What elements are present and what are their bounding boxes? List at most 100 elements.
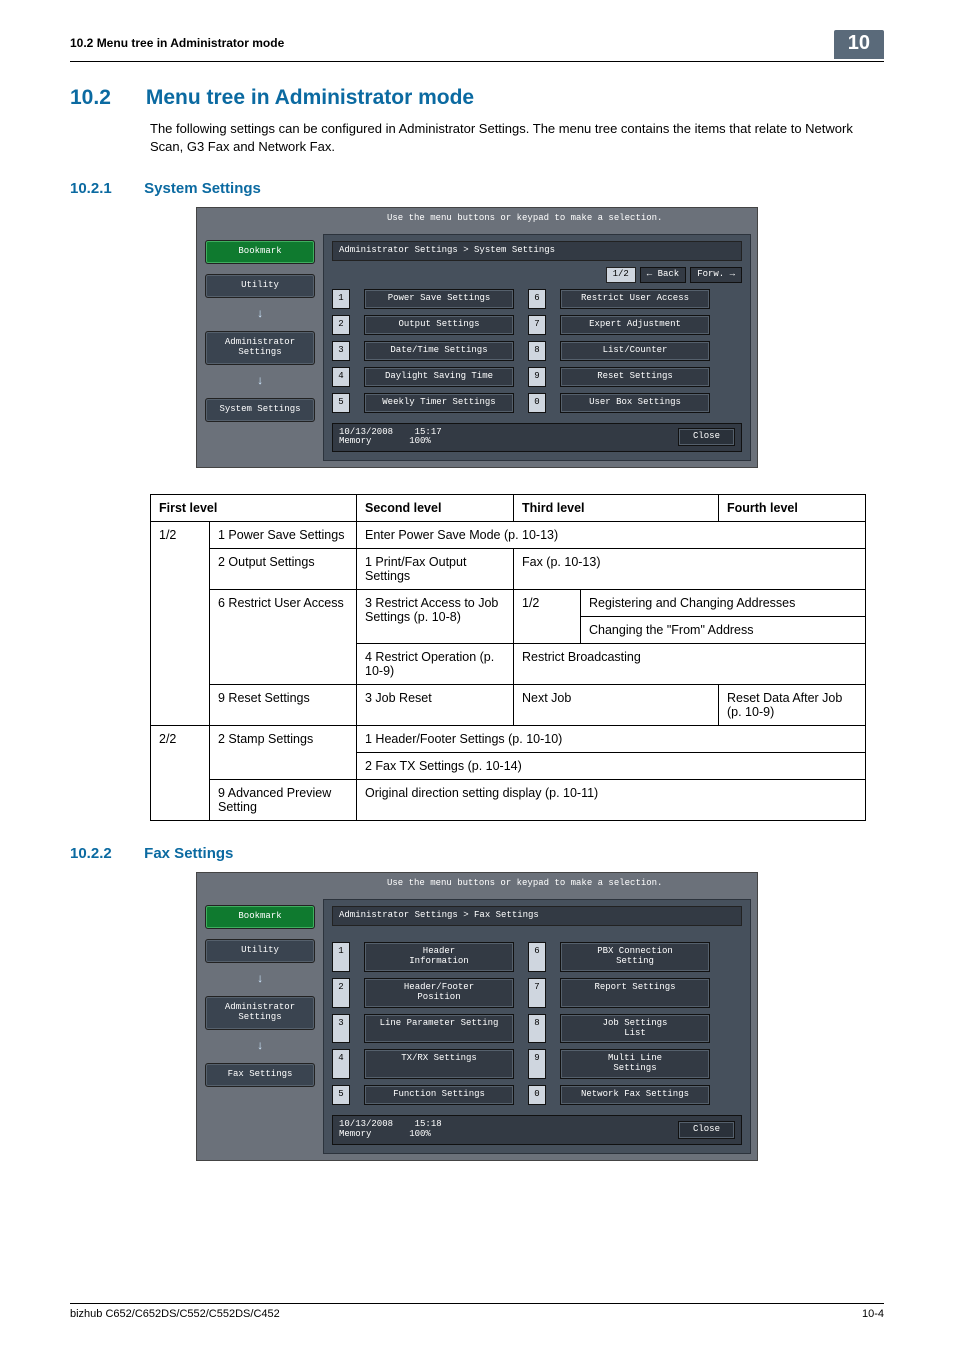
- subsection-title: System Settings: [144, 180, 261, 197]
- footer-page-number: 10-4: [862, 1308, 884, 1320]
- menu-button[interactable]: User Box Settings: [560, 393, 710, 413]
- cell: 2 Stamp Settings: [210, 726, 357, 780]
- cell: Restrict Broadcasting: [514, 644, 866, 685]
- menu-button[interactable]: List/Counter: [560, 341, 710, 361]
- fax-settings-panel: Use the menu buttons or keypad to make a…: [196, 872, 758, 1161]
- running-title: 10.2 Menu tree in Administrator mode: [70, 36, 284, 50]
- system-settings-tab[interactable]: System Settings: [205, 398, 315, 422]
- panel-datetime: 10/13/2008 15:17 Memory 100%: [339, 428, 442, 448]
- fax-settings-tab[interactable]: Fax Settings: [205, 1063, 315, 1087]
- down-arrow-icon: ↓: [205, 375, 315, 388]
- menu-button[interactable]: Power Save Settings: [364, 289, 514, 309]
- section-number: 10.2: [70, 86, 140, 110]
- back-button[interactable]: ← Back: [640, 267, 686, 283]
- subsection-number: 10.2.2: [70, 845, 140, 862]
- menu-button[interactable]: Weekly Timer Settings: [364, 393, 514, 413]
- panel-hint: Use the menu buttons or keypad to make a…: [197, 208, 757, 230]
- bookmark-tab[interactable]: Bookmark: [205, 905, 315, 929]
- panel-hint: Use the menu buttons or keypad to make a…: [197, 873, 757, 895]
- bookmark-tab[interactable]: Bookmark: [205, 240, 315, 264]
- menu-button[interactable]: Job Settings List: [560, 1014, 710, 1044]
- cell: Registering and Changing Addresses: [581, 590, 866, 617]
- menu-number[interactable]: 5: [332, 1085, 350, 1105]
- th-second-level: Second level: [357, 495, 514, 522]
- cell: 9 Advanced Preview Setting: [210, 780, 357, 821]
- cell: 3 Restrict Access to Job Settings (p. 10…: [357, 590, 514, 644]
- menu-number[interactable]: 3: [332, 1014, 350, 1044]
- menu-button[interactable]: PBX Connection Setting: [560, 942, 710, 972]
- menu-number[interactable]: 6: [528, 289, 546, 309]
- menu-number[interactable]: 0: [528, 393, 546, 413]
- menu-number[interactable]: 4: [332, 1049, 350, 1079]
- menu-number[interactable]: 8: [528, 1014, 546, 1044]
- menu-number[interactable]: 1: [332, 942, 350, 972]
- cell: Fax (p. 10-13): [514, 549, 866, 590]
- system-settings-panel: Use the menu buttons or keypad to make a…: [196, 207, 758, 468]
- close-button[interactable]: Close: [678, 1121, 735, 1139]
- cell: 2 Fax TX Settings (p. 10-14): [357, 753, 866, 780]
- cell: Reset Data After Job (p. 10-9): [719, 685, 866, 726]
- menu-number[interactable]: 9: [528, 367, 546, 387]
- menu-number[interactable]: 1: [332, 289, 350, 309]
- menu-number[interactable]: 0: [528, 1085, 546, 1105]
- menu-number[interactable]: 2: [332, 315, 350, 335]
- menu-button[interactable]: Line Parameter Setting: [364, 1014, 514, 1044]
- utility-tab[interactable]: Utility: [205, 939, 315, 963]
- menu-button[interactable]: Network Fax Settings: [560, 1085, 710, 1105]
- panel-footer: 10/13/2008 15:18 Memory 100% Close: [332, 1115, 742, 1145]
- running-header: 10.2 Menu tree in Administrator mode 10: [70, 36, 884, 62]
- menu-number[interactable]: 3: [332, 341, 350, 361]
- menu-button[interactable]: Daylight Saving Time: [364, 367, 514, 387]
- menu-grid: 1 Power Save Settings 6 Restrict User Ac…: [332, 289, 742, 412]
- panel-pager: 1/2 ← Back Forw. →: [332, 267, 742, 283]
- menu-button[interactable]: Expert Adjustment: [560, 315, 710, 335]
- menu-button[interactable]: TX/RX Settings: [364, 1049, 514, 1079]
- panel-breadcrumb: Administrator Settings > System Settings: [332, 241, 742, 261]
- menu-number[interactable]: 4: [332, 367, 350, 387]
- menu-number[interactable]: 8: [528, 341, 546, 361]
- close-button[interactable]: Close: [678, 428, 735, 446]
- panel-datetime: 10/13/2008 15:18 Memory 100%: [339, 1120, 442, 1140]
- down-arrow-icon: ↓: [205, 1040, 315, 1053]
- subsection-title: Fax Settings: [144, 845, 233, 862]
- menu-button[interactable]: Date/Time Settings: [364, 341, 514, 361]
- page-footer: bizhub C652/C652DS/C552/C552DS/C452 10-4: [70, 1303, 884, 1320]
- menu-button[interactable]: Report Settings: [560, 978, 710, 1008]
- menu-number[interactable]: 7: [528, 978, 546, 1008]
- cell: Enter Power Save Mode (p. 10-13): [357, 522, 866, 549]
- cell: 2 Output Settings: [210, 549, 357, 590]
- forward-button[interactable]: Forw. →: [690, 267, 742, 283]
- menu-button[interactable]: Header Information: [364, 942, 514, 972]
- menu-number[interactable]: 9: [528, 1049, 546, 1079]
- cell: 2/2: [151, 726, 210, 821]
- page-indicator: 1/2: [606, 267, 636, 283]
- menu-number[interactable]: 7: [528, 315, 546, 335]
- menu-button[interactable]: Reset Settings: [560, 367, 710, 387]
- th-fourth-level: Fourth level: [719, 495, 866, 522]
- footer-model: bizhub C652/C652DS/C552/C552DS/C452: [70, 1308, 280, 1320]
- menu-button[interactable]: Multi Line Settings: [560, 1049, 710, 1079]
- cell: Original direction setting display (p. 1…: [357, 780, 866, 821]
- menu-button[interactable]: Restrict User Access: [560, 289, 710, 309]
- cell: 9 Reset Settings: [210, 685, 357, 726]
- menu-grid: 1 Header Information 6 PBX Connection Se…: [332, 942, 742, 1105]
- menu-number[interactable]: 6: [528, 942, 546, 972]
- panel-breadcrumb: Administrator Settings > Fax Settings: [332, 906, 742, 926]
- menu-button[interactable]: Header/Footer Position: [364, 978, 514, 1008]
- cell: 1 Print/Fax Output Settings: [357, 549, 514, 590]
- menu-number[interactable]: 5: [332, 393, 350, 413]
- menu-number[interactable]: 2: [332, 978, 350, 1008]
- panel-footer: 10/13/2008 15:17 Memory 100% Close: [332, 423, 742, 453]
- admin-settings-tab[interactable]: Administrator Settings: [205, 331, 315, 365]
- panel-side-tabs: Bookmark Utility ↓ Administrator Setting…: [197, 895, 323, 1160]
- chapter-badge: 10: [834, 30, 884, 59]
- menu-button[interactable]: Output Settings: [364, 315, 514, 335]
- menu-button[interactable]: Function Settings: [364, 1085, 514, 1105]
- subsection-heading: 10.2.1 System Settings: [70, 180, 884, 197]
- panel-side-tabs: Bookmark Utility ↓ Administrator Setting…: [197, 230, 323, 467]
- cell: 1 Header/Footer Settings (p. 10-10): [357, 726, 866, 753]
- cell: 6 Restrict User Access: [210, 590, 357, 685]
- cell: 1/2: [151, 522, 210, 726]
- utility-tab[interactable]: Utility: [205, 274, 315, 298]
- admin-settings-tab[interactable]: Administrator Settings: [205, 996, 315, 1030]
